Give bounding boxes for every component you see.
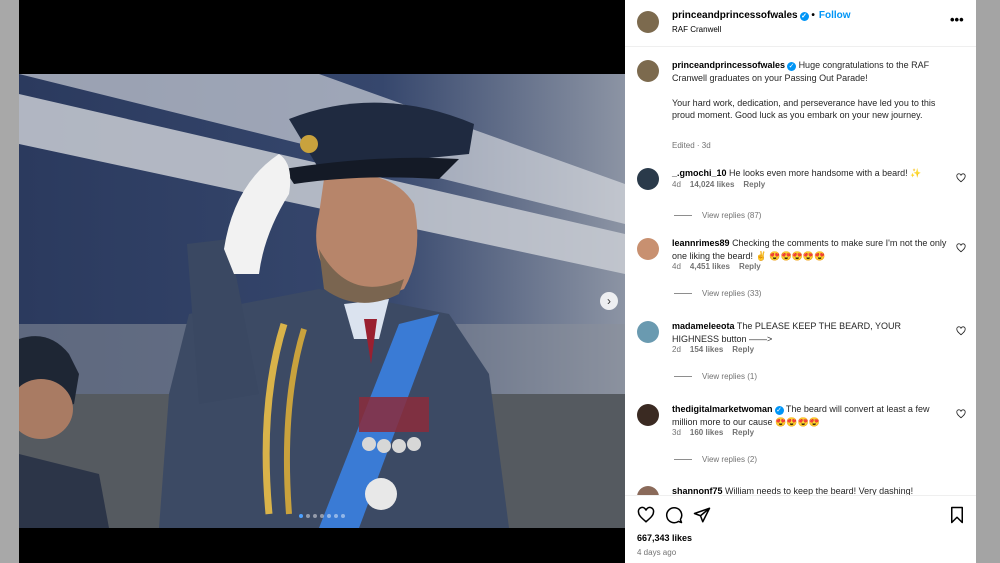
comment-avatar[interactable] <box>637 404 659 426</box>
page-backdrop-left <box>0 0 19 563</box>
comment-like-heart-icon[interactable] <box>956 409 966 419</box>
comment-text: leannrimes89 Checking the comments to ma… <box>672 238 947 261</box>
comment-likes[interactable]: 4,451 likes <box>690 262 730 271</box>
author-line: princeandprincessofwales ✓ • Follow <box>672 10 851 21</box>
comment-username[interactable]: leannrimes89 <box>672 238 730 248</box>
author-username[interactable]: princeandprincessofwales <box>672 10 798 21</box>
carousel-dots <box>299 514 345 518</box>
share-send-icon[interactable] <box>693 506 711 524</box>
post-time: 4 days ago <box>637 548 677 557</box>
comment-likes[interactable]: 14,024 likes <box>690 180 734 189</box>
comment-avatar[interactable] <box>637 321 659 343</box>
comment-like-heart-icon[interactable] <box>956 173 966 183</box>
caption-username[interactable]: princeandprincessofwales <box>672 60 785 70</box>
follow-button[interactable]: Follow <box>819 10 851 21</box>
reply-button[interactable]: Reply <box>732 345 754 354</box>
like-heart-icon[interactable] <box>637 506 655 524</box>
reply-button[interactable]: Reply <box>743 180 765 189</box>
likes-count[interactable]: 667,343 likes <box>637 533 692 543</box>
comment-avatar[interactable] <box>637 486 659 495</box>
next-image-button[interactable]: › <box>600 292 618 310</box>
comment-meta: 3d 160 likes Reply <box>672 428 755 437</box>
comment-meta: 4d 4,451 likes Reply <box>672 262 761 271</box>
post-photo <box>19 74 625 528</box>
post-footer <box>625 495 976 563</box>
comment-text: shannonf75 William needs to keep the bea… <box>672 486 914 495</box>
comment-username[interactable]: thedigitalmarketwoman <box>672 404 773 414</box>
comment-meta: 4d 14,024 likes Reply <box>672 180 766 189</box>
comment-text: thedigitalmarketwoman ✓ The beard will co… <box>672 404 930 427</box>
view-replies-button[interactable]: View replies (87) <box>674 211 761 220</box>
verified-icon: ✓ <box>799 12 809 21</box>
caption-meta: Edited · 3d <box>672 141 711 150</box>
comment-username[interactable]: shannonf75 <box>672 486 723 495</box>
reply-button[interactable]: Reply <box>732 428 754 437</box>
comment-like-heart-icon[interactable] <box>956 243 966 253</box>
comment-like-heart-icon[interactable] <box>956 326 966 336</box>
view-replies-button[interactable]: View replies (1) <box>674 372 757 381</box>
post-header: princeandprincessofwales ✓ • Follow RAF Cr… <box>625 0 976 47</box>
author-avatar[interactable] <box>637 11 659 33</box>
post-location[interactable]: RAF Cranwell <box>672 25 721 34</box>
comment-avatar[interactable] <box>637 238 659 260</box>
verified-icon: ✓ <box>774 406 784 415</box>
comment-text: madameleeota The PLEASE KEEP THE BEARD, … <box>672 321 901 344</box>
photo-illustration <box>19 74 625 528</box>
comments-list: princeandprincessofwales ✓ Huge congratul… <box>625 48 976 495</box>
save-bookmark-icon[interactable] <box>948 506 966 524</box>
comment-likes[interactable]: 160 likes <box>690 428 723 437</box>
comment-username[interactable]: madameleeota <box>672 321 735 331</box>
comment-text: _.gmochi_10 He looks even more handsome … <box>672 168 922 178</box>
view-replies-button[interactable]: View replies (33) <box>674 289 761 298</box>
comment-username[interactable]: _.gmochi_10 <box>672 168 727 178</box>
caption-text: princeandprincessofwales ✓ Huge congratul… <box>672 60 936 120</box>
page-backdrop-right <box>976 0 1000 563</box>
more-options-icon[interactable]: ••• <box>950 12 964 27</box>
view-replies-button[interactable]: View replies (2) <box>674 455 757 464</box>
comment-icon[interactable] <box>665 506 683 524</box>
reply-button[interactable]: Reply <box>739 262 761 271</box>
post-side-panel: princeandprincessofwales ✓ • Follow RAF Cr… <box>625 0 976 563</box>
comment-meta: 2d 154 likes Reply <box>672 345 755 354</box>
caption-avatar[interactable] <box>637 60 659 82</box>
post-media: › <box>19 0 625 563</box>
comment-avatar[interactable] <box>637 168 659 190</box>
comment-likes[interactable]: 154 likes <box>690 345 723 354</box>
verified-icon: ✓ <box>787 62 797 71</box>
